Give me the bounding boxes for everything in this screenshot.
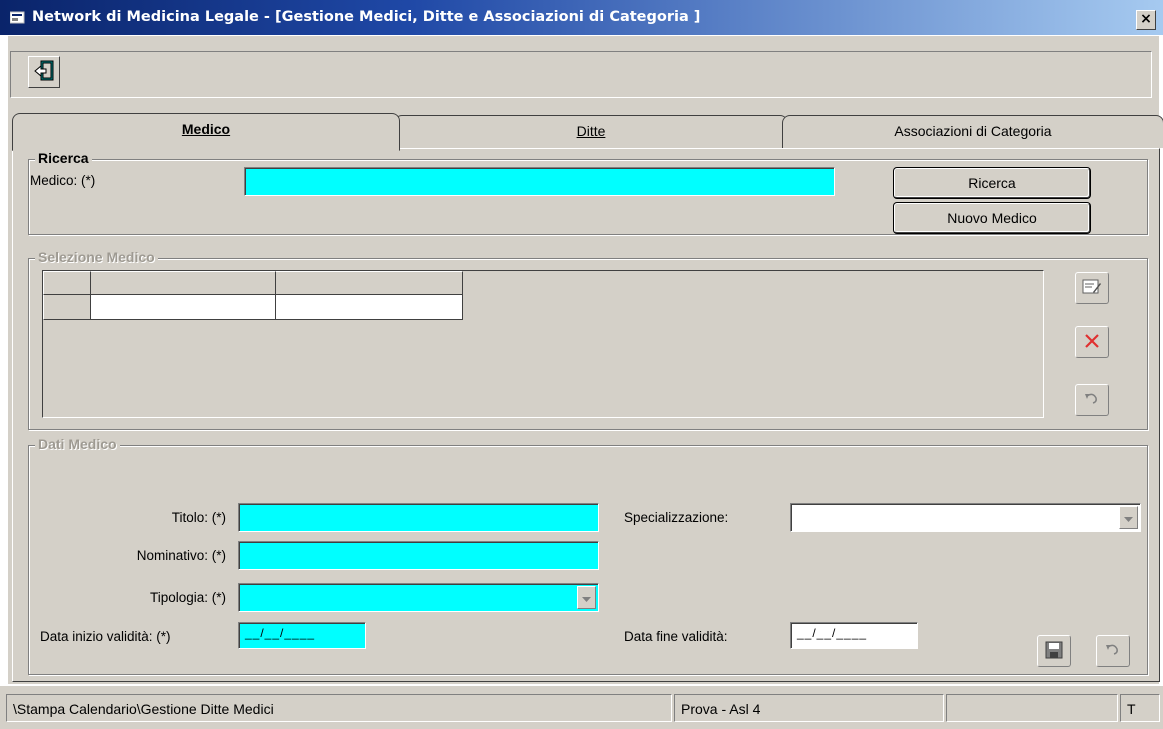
- window-title: Network di Medicina Legale - [Gestione M…: [32, 9, 701, 25]
- medici-grid[interactable]: [42, 270, 1044, 418]
- delete-button[interactable]: [1075, 326, 1109, 358]
- tipologia-dropdown-arrow[interactable]: [577, 586, 596, 609]
- specializzazione-label: Specializzazione:: [624, 510, 729, 525]
- ricerca-legend: Ricerca: [35, 150, 92, 166]
- undo-icon: [1104, 642, 1122, 661]
- tipologia-label: Tipologia: (*): [149, 590, 226, 605]
- dati-legend: Dati Medico: [35, 436, 120, 452]
- status-bar: \Stampa Calendario\Gestione Ditte Medici…: [0, 686, 1163, 729]
- edit-icon: [1082, 278, 1102, 299]
- app-icon: [9, 11, 26, 24]
- edit-button[interactable]: [1075, 272, 1109, 304]
- delete-icon: [1083, 332, 1101, 353]
- specializzazione-dropdown-arrow[interactable]: [1119, 506, 1138, 529]
- exit-button[interactable]: [28, 56, 60, 88]
- titolo-input[interactable]: [238, 503, 599, 532]
- grid-corner-cell: [43, 271, 91, 295]
- nominativo-input[interactable]: [238, 541, 599, 570]
- data-inizio-input[interactable]: __/__/____: [238, 622, 366, 649]
- status-empty: [946, 694, 1118, 722]
- save-button[interactable]: [1037, 635, 1071, 667]
- tab-ditte[interactable]: Ditte: [394, 115, 788, 148]
- medico-label: Medico: (*): [30, 173, 96, 188]
- tab-medico-label: Medico: [181, 121, 231, 137]
- nuovo-medico-button[interactable]: Nuovo Medico: [894, 203, 1090, 233]
- save-icon: [1045, 641, 1063, 662]
- undo-dati-button[interactable]: [1096, 635, 1130, 667]
- undo-icon: [1083, 391, 1101, 410]
- tipologia-select[interactable]: [238, 583, 599, 612]
- nominativo-label: Nominativo: (*): [136, 548, 226, 563]
- title-bar: Network di Medicina Legale - [Gestione M…: [0, 0, 1163, 35]
- tab-medico[interactable]: Medico: [12, 113, 400, 151]
- tab-associazioni-label: Associazioni di Categoria: [894, 123, 1052, 139]
- toolbar: [10, 51, 1152, 98]
- medico-search-input[interactable]: [244, 167, 835, 196]
- titolo-label: Titolo: (*): [171, 510, 226, 525]
- specializzazione-select[interactable]: [790, 503, 1141, 532]
- status-environment: Prova - Asl 4: [674, 694, 944, 722]
- status-mode: T: [1120, 694, 1160, 722]
- data-fine-label: Data fine validità:: [624, 629, 728, 644]
- status-path: \Stampa Calendario\Gestione Ditte Medici: [6, 694, 672, 722]
- tab-ditte-label: Ditte: [576, 123, 606, 139]
- grid-header-cell[interactable]: [91, 271, 276, 295]
- selezione-legend: Selezione Medico: [35, 249, 158, 265]
- data-fine-input[interactable]: __/__/____: [790, 622, 918, 649]
- grid-cell[interactable]: [91, 295, 276, 320]
- exit-door-icon: [33, 60, 55, 85]
- chevron-down-icon: [1124, 510, 1133, 525]
- grid-row-header[interactable]: [43, 295, 91, 320]
- grid-header-cell[interactable]: [276, 271, 463, 295]
- close-button[interactable]: ×: [1136, 10, 1156, 30]
- data-inizio-label: Data inizio validità: (*): [40, 629, 171, 644]
- grid-cell[interactable]: [276, 295, 463, 320]
- undo-selection-button[interactable]: [1075, 384, 1109, 416]
- chevron-down-icon: [582, 590, 591, 605]
- ricerca-button[interactable]: Ricerca: [894, 168, 1090, 198]
- tab-associazioni[interactable]: Associazioni di Categoria: [782, 115, 1163, 148]
